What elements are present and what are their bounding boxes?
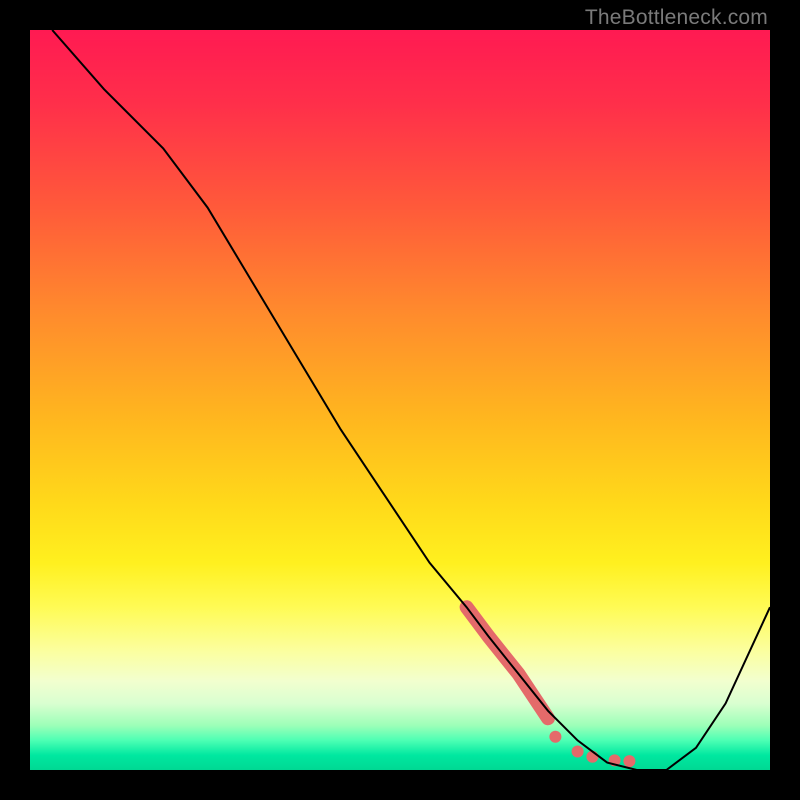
highlight-dot xyxy=(572,746,584,758)
watermark-text: TheBottleneck.com xyxy=(585,6,768,30)
plot-area xyxy=(30,30,770,770)
highlight-dot xyxy=(623,755,635,767)
chart-overlay xyxy=(30,30,770,770)
highlight-dot xyxy=(549,731,561,743)
bottleneck-curve xyxy=(52,30,770,770)
highlight-dots xyxy=(549,731,635,767)
chart-frame: TheBottleneck.com xyxy=(0,0,800,800)
